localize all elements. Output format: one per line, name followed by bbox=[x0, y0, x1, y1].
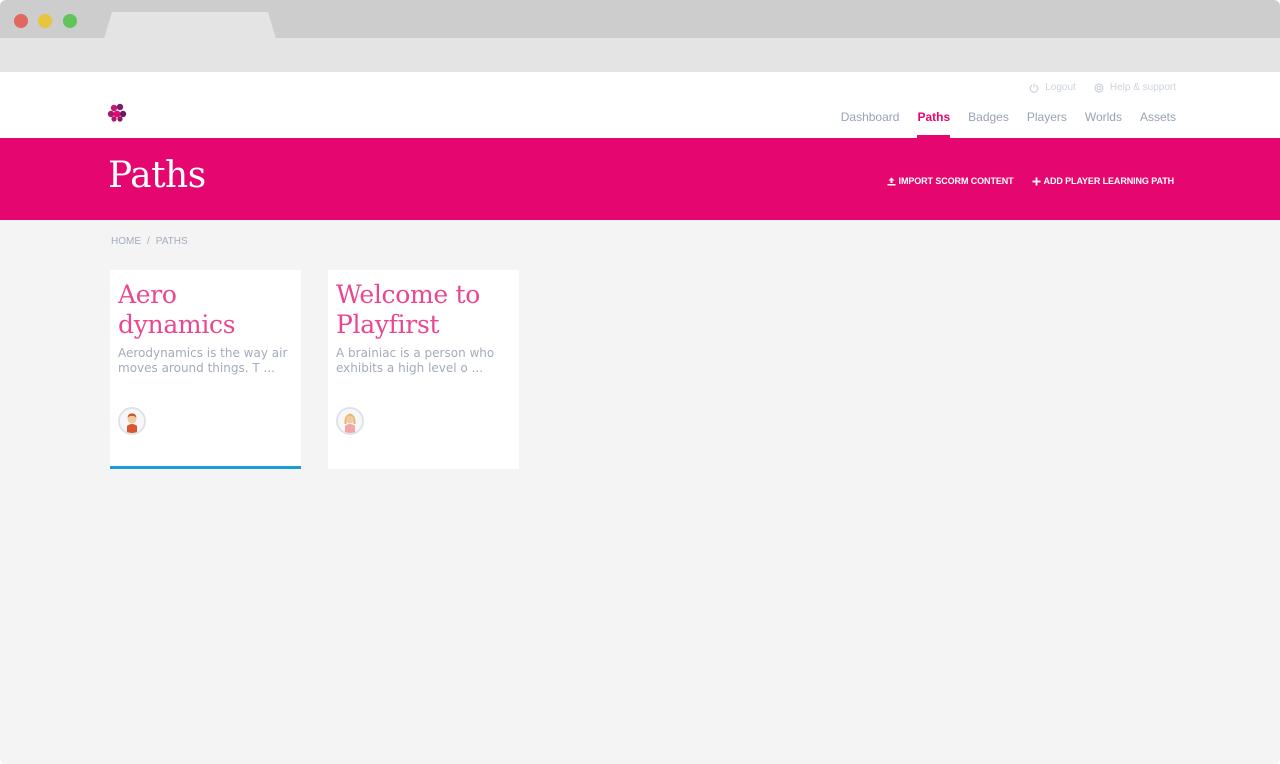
nav-assets[interactable]: Assets bbox=[1140, 110, 1176, 138]
path-card-description: Aerodynamics is the way air moves around… bbox=[118, 346, 288, 375]
path-card-description: A brainiac is a person who exhibits a hi… bbox=[336, 346, 495, 375]
help-support-link[interactable]: Help & support bbox=[1094, 82, 1176, 93]
import-scorm-label: IMPORT SCORM CONTENT bbox=[898, 176, 1014, 186]
page-banner: Paths IMPORT SCORM CONTENT ADD PLAYER LE… bbox=[0, 138, 1280, 220]
lifebuoy-icon bbox=[1094, 82, 1104, 93]
avatar-girl-icon bbox=[336, 407, 364, 435]
plus-icon bbox=[1032, 177, 1041, 185]
nav-players[interactable]: Players bbox=[1027, 110, 1067, 138]
utility-links: Logout Help & support bbox=[1029, 82, 1176, 93]
logo-icon[interactable] bbox=[106, 102, 130, 122]
breadcrumb-paths: PATHS bbox=[155, 236, 188, 247]
add-learning-path-label: ADD PLAYER LEARNING PATH bbox=[1043, 176, 1175, 186]
minimize-window-button[interactable] bbox=[38, 14, 52, 28]
logout-link[interactable]: Logout bbox=[1029, 82, 1076, 93]
import-scorm-button[interactable]: IMPORT SCORM CONTENT bbox=[887, 176, 1014, 186]
help-support-label: Help & support bbox=[1109, 82, 1176, 93]
banner-actions: IMPORT SCORM CONTENT ADD PLAYER LEARNING… bbox=[887, 176, 1174, 186]
nav-dashboard[interactable]: Dashboard bbox=[841, 110, 900, 138]
maximize-window-button[interactable] bbox=[63, 14, 77, 28]
path-card-title: Welcome to Playfirst bbox=[336, 280, 481, 339]
breadcrumb-separator: / bbox=[147, 236, 150, 247]
path-card-welcome[interactable]: Welcome to Playfirst A brainiac is a per… bbox=[328, 270, 519, 469]
nav-badges[interactable]: Badges bbox=[968, 110, 1009, 138]
breadcrumb-home[interactable]: HOME bbox=[111, 236, 141, 247]
browser-toolbar bbox=[0, 38, 1280, 72]
upload-icon bbox=[887, 177, 896, 185]
path-card-title: Aero dynamics bbox=[118, 280, 236, 339]
avatar-boy-icon bbox=[118, 407, 146, 435]
logout-label: Logout bbox=[1045, 82, 1076, 93]
browser-titlebar bbox=[0, 0, 1280, 38]
path-card-aerodynamics[interactable]: Aero dynamics Aerodynamics is the way ai… bbox=[110, 270, 301, 469]
main-nav: Dashboard Paths Badges Players Worlds As… bbox=[841, 110, 1176, 138]
close-window-button[interactable] bbox=[14, 14, 28, 28]
nav-worlds[interactable]: Worlds bbox=[1085, 110, 1122, 138]
nav-paths[interactable]: Paths bbox=[917, 110, 950, 138]
add-learning-path-button[interactable]: ADD PLAYER LEARNING PATH bbox=[1032, 176, 1174, 186]
breadcrumb: HOME / PATHS bbox=[111, 236, 188, 247]
power-icon bbox=[1029, 83, 1039, 93]
app-header: Logout Help & support Dashboard Paths Ba… bbox=[0, 72, 1280, 138]
page-title: Paths bbox=[108, 155, 206, 196]
browser-window: Logout Help & support Dashboard Paths Ba… bbox=[0, 0, 1280, 764]
browser-tab[interactable] bbox=[104, 12, 276, 39]
